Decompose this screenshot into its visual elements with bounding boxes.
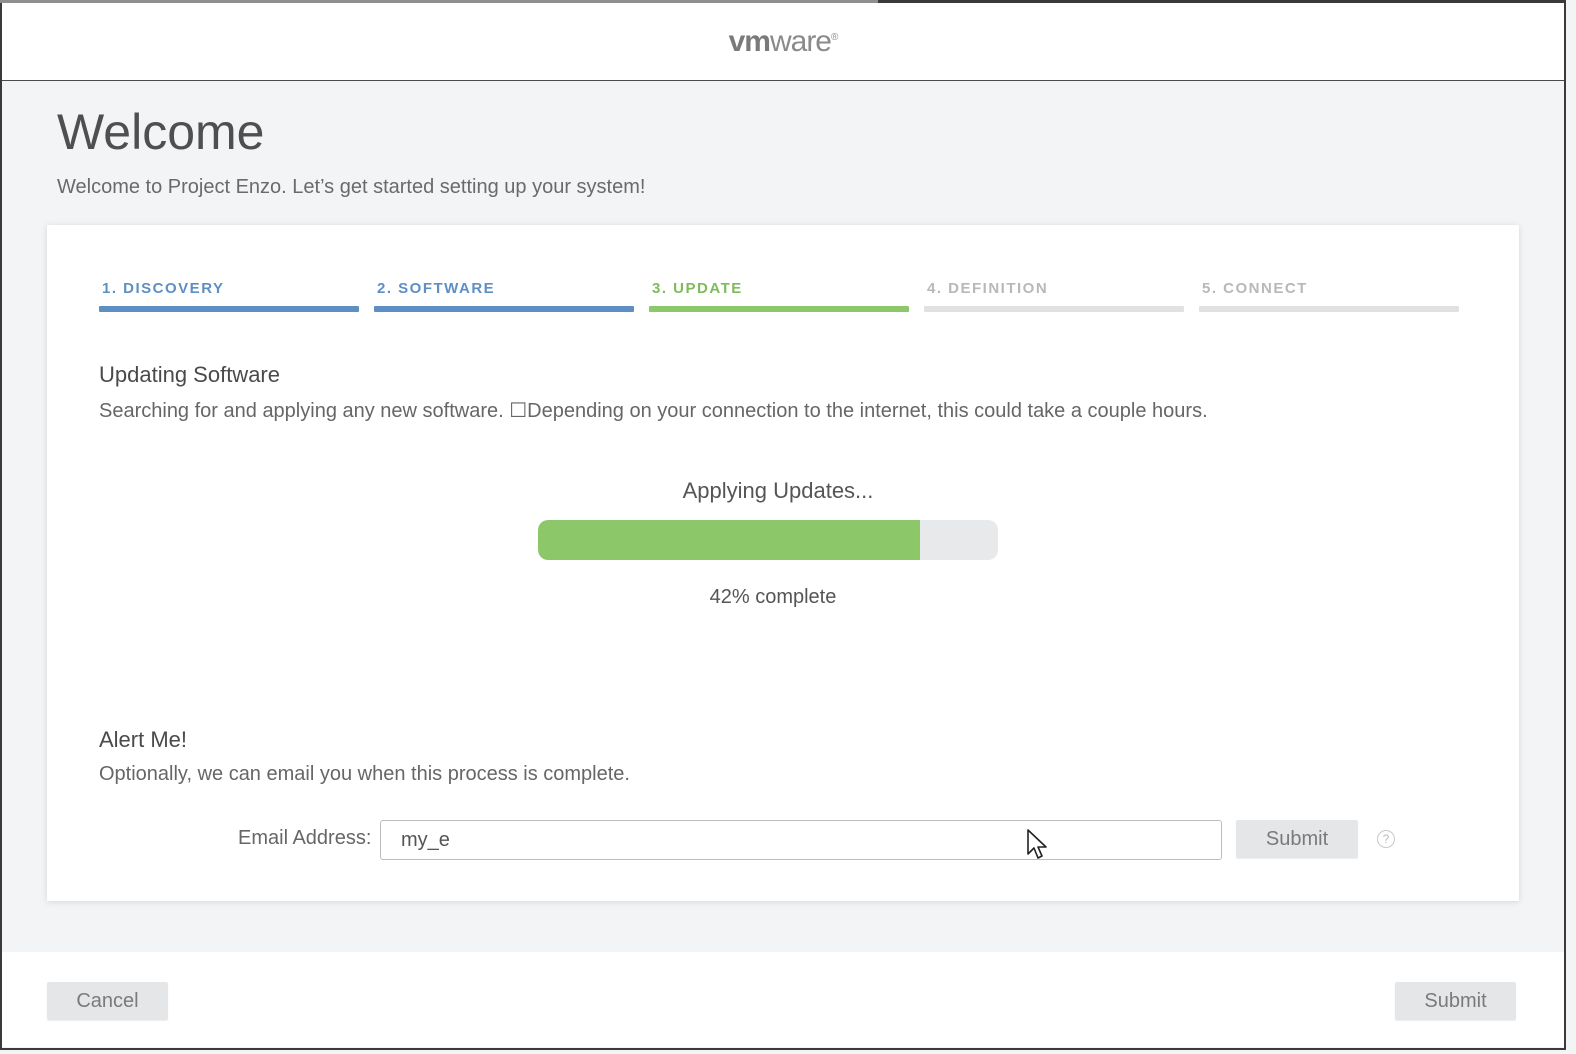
- email-submit-button[interactable]: Submit: [1236, 820, 1358, 858]
- email-field[interactable]: [380, 820, 1222, 860]
- step-bar: [649, 306, 909, 312]
- progress-bar-fill: [538, 520, 920, 560]
- logo-ware-text: ware: [769, 25, 832, 58]
- step-label: 3. UPDATE: [652, 280, 743, 297]
- step-discovery[interactable]: 1. DISCOVERY: [99, 280, 359, 315]
- progress-label: Applying Updates...: [682, 478, 874, 503]
- logo-vm-text: vm: [728, 25, 771, 58]
- step-label: 4. DEFINITION: [927, 280, 1049, 297]
- step-bar: [924, 306, 1184, 312]
- update-description: Searching for and applying any new softw…: [99, 400, 1208, 422]
- progress-percent-text: 42% complete: [709, 586, 837, 608]
- mouse-cursor-icon: [1027, 829, 1047, 859]
- step-label: 5. CONNECT: [1202, 280, 1308, 297]
- step-bar: [374, 306, 634, 312]
- step-definition[interactable]: 4. DEFINITION: [924, 280, 1184, 315]
- step-update[interactable]: 3. UPDATE: [649, 280, 909, 315]
- progress-bar: [538, 520, 998, 560]
- email-label: Email Address:: [238, 827, 372, 849]
- step-bar: [99, 306, 359, 312]
- logo-registered-mark: ®: [831, 32, 838, 43]
- step-label: 1. DISCOVERY: [102, 280, 225, 297]
- header-bar: vmware®: [2, 3, 1564, 81]
- help-icon[interactable]: ?: [1377, 830, 1395, 848]
- update-heading: Updating Software: [99, 362, 280, 387]
- page-subtitle: Welcome to Project Enzo. Let’s get start…: [57, 176, 646, 198]
- footer-bar: Cancel Submit: [2, 952, 1564, 1047]
- step-bar: [1199, 306, 1459, 312]
- alert-heading: Alert Me!: [99, 727, 188, 752]
- alert-description: Optionally, we can email you when this p…: [99, 763, 630, 785]
- step-connect[interactable]: 5. CONNECT: [1199, 280, 1459, 315]
- step-label: 2. SOFTWARE: [377, 280, 496, 297]
- submit-button[interactable]: Submit: [1395, 982, 1516, 1020]
- step-software[interactable]: 2. SOFTWARE: [374, 280, 634, 315]
- page-title: Welcome: [57, 104, 265, 160]
- cancel-button[interactable]: Cancel: [47, 982, 168, 1020]
- wizard-steps: 1. DISCOVERY 2. SOFTWARE 3. UPDATE 4. DE…: [99, 280, 1460, 320]
- vmware-logo: vmware®: [2, 25, 1564, 59]
- wizard-card: 1. DISCOVERY 2. SOFTWARE 3. UPDATE 4. DE…: [47, 225, 1519, 901]
